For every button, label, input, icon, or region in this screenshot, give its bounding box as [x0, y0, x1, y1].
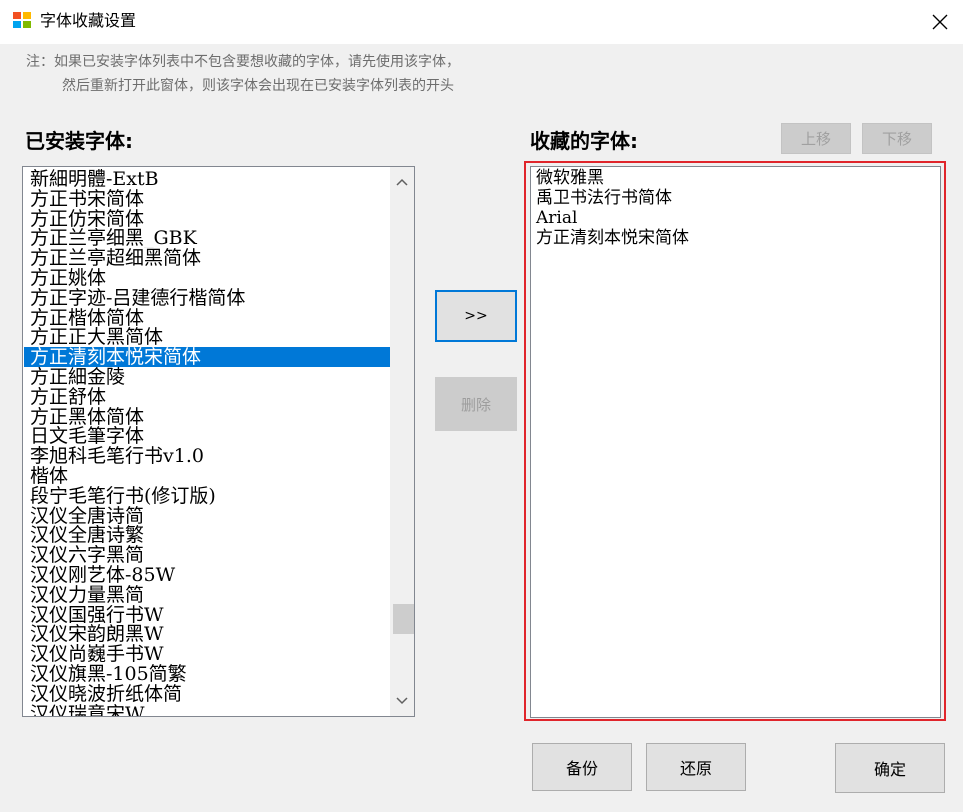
installed-font-item[interactable]: 方正兰亭细黑_GBK: [24, 228, 390, 248]
close-icon: [932, 14, 948, 30]
installed-font-item[interactable]: 汉仪宋韵朗黑W: [24, 624, 390, 644]
ok-button[interactable]: 确定: [835, 743, 945, 793]
installed-font-item[interactable]: 汉仪刚艺体-85W: [24, 565, 390, 585]
installed-font-item[interactable]: 楷体: [24, 466, 390, 486]
installed-font-item[interactable]: 方正字迹-吕建德行楷简体: [24, 288, 390, 308]
installed-font-item[interactable]: 汉仪力量黑简: [24, 585, 390, 605]
installed-font-item[interactable]: 方正正大黑简体: [24, 327, 390, 347]
installed-font-item[interactable]: 方正舒体: [24, 387, 390, 407]
restore-button[interactable]: 还原: [646, 743, 746, 791]
installed-font-item[interactable]: 汉仪全唐诗繁: [24, 525, 390, 545]
installed-font-item[interactable]: 方正楷体简体: [24, 308, 390, 328]
installed-font-item[interactable]: 方正兰亭超细黑简体: [24, 248, 390, 268]
installed-font-item[interactable]: 汉仪晓波折纸体简: [24, 684, 390, 704]
installed-font-item[interactable]: 李旭科毛笔行书v1.0: [24, 446, 390, 466]
window-title: 字体收藏设置: [40, 11, 137, 30]
chevron-up-icon: [396, 178, 408, 186]
installed-font-item[interactable]: 方正細金陵: [24, 367, 390, 387]
installed-font-item[interactable]: 汉仪国强行书W: [24, 605, 390, 625]
add-to-favorites-button[interactable]: >>: [435, 290, 517, 342]
installed-fonts-items: 新細明體-ExtB 方正书宋简体 方正仿宋简体 方正兰亭细黑_GBK 方正兰亭超细黑简体…: [24, 169, 390, 716]
close-button[interactable]: [917, 0, 963, 44]
app-icon: [13, 12, 31, 28]
installed-font-item[interactable]: 方正书宋简体: [24, 189, 390, 209]
installed-font-item[interactable]: 段宁毛笔行书(修订版): [24, 486, 390, 506]
installed-font-item[interactable]: 日文毛筆字体: [24, 426, 390, 446]
title-bar: 字体收藏设置: [0, 0, 963, 44]
installed-font-item[interactable]: 方正清刻本悦宋简体: [24, 347, 390, 367]
installed-font-item[interactable]: 汉仪旗黑-105简繁: [24, 664, 390, 684]
installed-font-item[interactable]: 汉仪六字黑简: [24, 545, 390, 565]
installed-font-item[interactable]: 方正仿宋简体: [24, 209, 390, 229]
installed-font-item[interactable]: 汉仪瑞意宋W: [24, 704, 390, 716]
installed-font-item[interactable]: 新細明體-ExtB: [24, 169, 390, 189]
favorite-fonts-heading: 收藏的字体:: [530, 129, 638, 153]
installed-font-item[interactable]: 方正黑体简体: [24, 407, 390, 427]
installed-font-item[interactable]: 方正姚体: [24, 268, 390, 288]
move-down-button[interactable]: 下移: [862, 123, 932, 154]
scroll-thumb[interactable]: [393, 603, 414, 634]
delete-button[interactable]: 删除: [435, 377, 517, 431]
installed-font-item[interactable]: 汉仪全唐诗简: [24, 506, 390, 526]
installed-fonts-heading: 已安装字体:: [25, 129, 133, 153]
backup-button[interactable]: 备份: [532, 743, 632, 791]
chevron-down-icon: [396, 697, 408, 705]
note-line-1: 注：如果已安装字体列表中不包含要想收藏的字体，请先使用该字体，: [26, 54, 460, 70]
move-up-button[interactable]: 上移: [781, 123, 851, 154]
favorite-list-highlight: [524, 161, 946, 721]
scroll-up-button[interactable]: [390, 171, 414, 193]
installed-font-item[interactable]: 汉仪尚巍手书W: [24, 644, 390, 664]
scroll-down-button[interactable]: [390, 690, 414, 712]
installed-list-scrollbar[interactable]: [390, 167, 414, 716]
installed-fonts-list[interactable]: 新細明體-ExtB 方正书宋简体 方正仿宋简体 方正兰亭细黑_GBK 方正兰亭超细黑简体…: [22, 166, 415, 717]
note-line-2: 然后重新打开此窗体，则该字体会出现在已安装字体列表的开头: [62, 78, 454, 94]
